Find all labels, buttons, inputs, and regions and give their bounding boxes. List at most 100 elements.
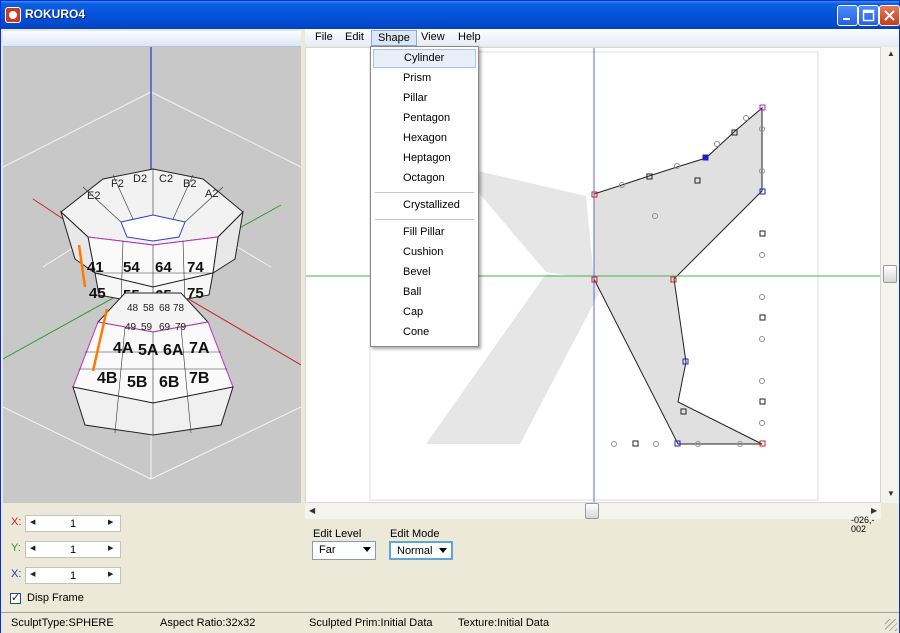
x2-label: X: bbox=[11, 568, 22, 580]
control-point[interactable] bbox=[743, 115, 749, 121]
minimize-button[interactable] bbox=[837, 5, 858, 26]
menu-item-pillar[interactable]: Pillar bbox=[373, 89, 476, 108]
preview-cell: 59 bbox=[141, 322, 153, 333]
control-point[interactable] bbox=[653, 441, 659, 447]
menu-item-fill-pillar[interactable]: Fill Pillar bbox=[373, 223, 476, 242]
control-point[interactable] bbox=[759, 398, 766, 405]
horizontal-scroll-thumb[interactable] bbox=[585, 503, 599, 519]
status-aspect-ratio: Aspect Ratio:32x32 bbox=[160, 617, 256, 629]
scroll-right-icon[interactable]: ▶ bbox=[871, 506, 877, 515]
disp-frame-checkbox[interactable]: ✓ bbox=[10, 592, 21, 604]
scroll-down-icon[interactable]: ▼ bbox=[887, 489, 895, 498]
menu-shape[interactable]: Shape bbox=[371, 30, 417, 46]
preview-cell: 64 bbox=[155, 259, 172, 276]
control-point[interactable] bbox=[632, 440, 639, 447]
sculpt-upper-part: 41 54 64 74 45 55 65 75 E2 F2 D2 C2 B2 A… bbox=[59, 168, 244, 306]
preview-cell: 41 bbox=[87, 259, 104, 276]
increment-icon[interactable]: ▶ bbox=[108, 518, 113, 526]
preview-cell: B2 bbox=[183, 178, 196, 190]
decrement-icon[interactable]: ◀ bbox=[30, 570, 35, 578]
preview-cell: A2 bbox=[205, 188, 218, 200]
control-point-selected[interactable] bbox=[702, 154, 709, 161]
horizontal-scrollbar[interactable]: ◀ ▶ bbox=[305, 503, 881, 519]
3d-preview-svg: 41 54 64 74 45 55 65 75 E2 F2 D2 C2 B2 A… bbox=[3, 47, 301, 480]
menu-separator bbox=[375, 192, 474, 193]
status-bar: SculptType:SPHERE Aspect Ratio:32x32 Scu… bbox=[1, 612, 899, 633]
menu-item-prism[interactable]: Prism bbox=[373, 69, 476, 88]
preview-header-strip bbox=[3, 31, 301, 47]
menu-item-ball[interactable]: Ball bbox=[373, 283, 476, 302]
preview-cell: 68 bbox=[159, 303, 171, 314]
decrement-icon[interactable]: ◀ bbox=[30, 518, 35, 526]
menu-help[interactable]: Help bbox=[452, 30, 487, 46]
preview-cell: 5B bbox=[127, 374, 147, 391]
preview-cell: 45 bbox=[89, 285, 106, 302]
menu-item-octagon[interactable]: Octagon bbox=[373, 169, 476, 188]
chevron-down-icon bbox=[363, 547, 371, 552]
increment-icon[interactable]: ▶ bbox=[108, 570, 113, 578]
maximize-button[interactable] bbox=[858, 5, 879, 26]
preview-cell: 4B bbox=[97, 370, 117, 387]
status-sculpted-prim: Sculpted Prim:Initial Data bbox=[309, 617, 433, 629]
preview-cell: 7B bbox=[189, 370, 209, 387]
menu-separator bbox=[375, 219, 474, 220]
control-point[interactable] bbox=[759, 378, 765, 384]
scroll-up-icon[interactable]: ▲ bbox=[887, 49, 895, 58]
edit-mode-select[interactable]: Normal bbox=[389, 541, 453, 560]
chevron-down-icon bbox=[439, 548, 447, 553]
control-point[interactable] bbox=[759, 230, 766, 237]
menu-item-bevel[interactable]: Bevel bbox=[373, 263, 476, 282]
preview-cell: 74 bbox=[187, 259, 204, 276]
disp-frame-label: Disp Frame bbox=[27, 592, 84, 604]
menu-item-cone[interactable]: Cone bbox=[373, 323, 476, 342]
menu-view[interactable]: View bbox=[415, 30, 451, 46]
title-bar[interactable]: ROKURO4 bbox=[1, 1, 900, 29]
preview-cell: C2 bbox=[159, 173, 173, 185]
increment-icon[interactable]: ▶ bbox=[108, 544, 113, 552]
app-window: ROKURO4 41 54 64 74 45 75 E2 F2 D2 C2 B2… bbox=[0, 0, 900, 633]
menu-item-cap[interactable]: Cap bbox=[373, 303, 476, 322]
control-point[interactable] bbox=[611, 441, 617, 447]
decrement-icon[interactable]: ◀ bbox=[30, 544, 35, 552]
preview-cell: 48 bbox=[127, 303, 139, 314]
menu-item-crystallized[interactable]: Crystallized bbox=[373, 196, 476, 215]
status-sculpt-type: SculptType:SPHERE bbox=[11, 617, 114, 629]
minimize-icon bbox=[843, 18, 850, 20]
menu-item-pentagon[interactable]: Pentagon bbox=[373, 109, 476, 128]
menu-item-cylinder[interactable]: Cylinder bbox=[373, 49, 476, 68]
menu-item-hexagon[interactable]: Hexagon bbox=[373, 129, 476, 148]
preview-cell: 7A bbox=[189, 340, 210, 357]
menu-file[interactable]: File bbox=[309, 30, 339, 46]
control-point[interactable] bbox=[714, 141, 720, 147]
preview-cell: 69 bbox=[159, 322, 171, 333]
control-point[interactable] bbox=[759, 336, 765, 342]
y-label: Y: bbox=[11, 542, 21, 554]
control-point[interactable] bbox=[759, 294, 765, 300]
close-button[interactable] bbox=[879, 5, 900, 26]
vertical-scroll-thumb[interactable] bbox=[883, 265, 897, 283]
maximize-icon bbox=[862, 9, 875, 22]
preview-cell: 49 bbox=[125, 322, 137, 333]
menu-item-heptagon[interactable]: Heptagon bbox=[373, 149, 476, 168]
menu-item-cushion[interactable]: Cushion bbox=[373, 243, 476, 262]
control-point[interactable] bbox=[759, 314, 766, 321]
edit-level-label: Edit Level bbox=[313, 528, 362, 540]
preview-cell: 58 bbox=[143, 303, 155, 314]
preview-cell: 75 bbox=[187, 285, 204, 302]
x2-spinbox[interactable]: ◀ 1 ▶ bbox=[25, 567, 121, 584]
menu-edit[interactable]: Edit bbox=[339, 30, 370, 46]
preview-cell: 6B bbox=[159, 374, 179, 391]
x-label: X: bbox=[11, 516, 22, 528]
control-point[interactable] bbox=[759, 252, 765, 258]
x-spinbox[interactable]: ◀ 1 ▶ bbox=[25, 515, 121, 532]
preview-cell: 6A bbox=[163, 342, 184, 359]
vertical-scrollbar[interactable]: ▲ ▼ bbox=[881, 47, 899, 503]
y-spinbox[interactable]: ◀ 1 ▶ bbox=[25, 541, 121, 558]
scroll-left-icon[interactable]: ◀ bbox=[309, 506, 315, 515]
3d-preview-viewport[interactable]: 41 54 64 74 45 55 65 75 E2 F2 D2 C2 B2 A… bbox=[3, 47, 301, 503]
edit-level-select[interactable]: Far bbox=[312, 541, 376, 560]
resize-grip-icon[interactable] bbox=[885, 619, 897, 631]
shape-dropdown-menu: Cylinder Prism Pillar Pentagon Hexagon H… bbox=[370, 46, 479, 347]
close-icon bbox=[884, 10, 895, 21]
control-point[interactable] bbox=[759, 420, 765, 426]
